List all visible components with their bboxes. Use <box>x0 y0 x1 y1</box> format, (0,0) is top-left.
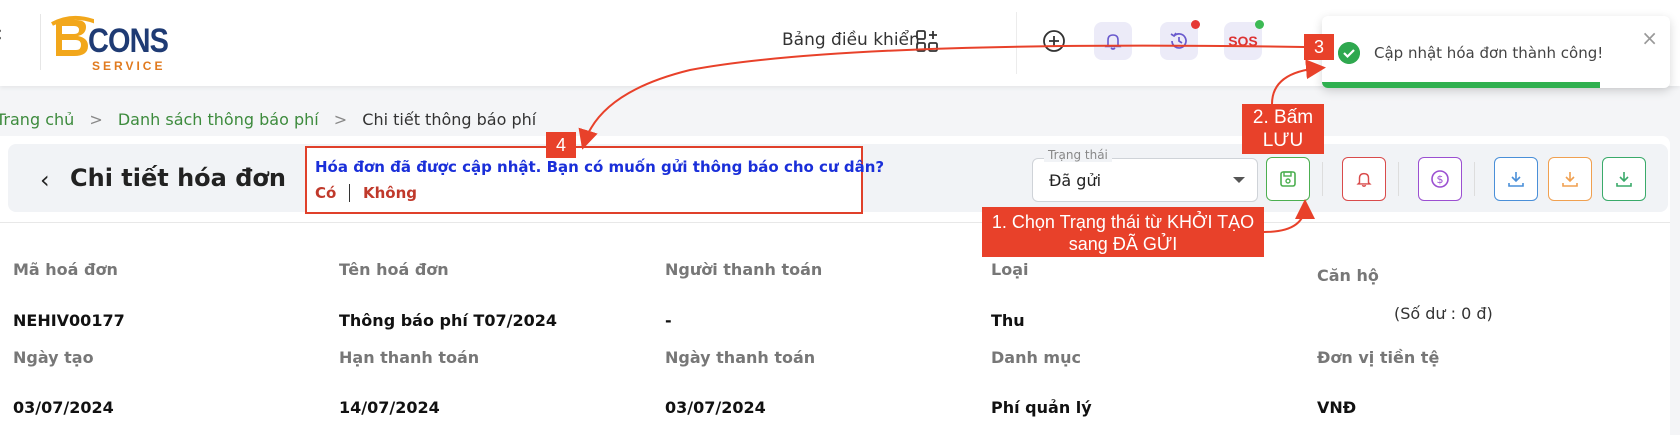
field-value: 03/07/2024 <box>13 398 114 417</box>
prompt-yes-link[interactable]: Có <box>315 184 336 202</box>
sos-button[interactable]: SOS <box>1224 20 1264 60</box>
dashboard-grid-icon[interactable] <box>916 30 938 52</box>
logo-text: CONS <box>88 22 169 60</box>
field-value: NEHIV00177 <box>13 311 125 330</box>
save-button[interactable] <box>1266 157 1310 201</box>
logo[interactable]: CONS SERVICE <box>48 12 178 73</box>
annotation-step-2: 2. Bấm LƯU <box>1242 104 1324 154</box>
divider <box>40 14 41 70</box>
status-dot <box>1255 20 1264 29</box>
bell-icon <box>1356 172 1372 187</box>
download-icon <box>1562 172 1578 187</box>
annotation-step-1: 1. Chọn Trạng thái từ KHỞI TẠO sang ĐÃ G… <box>982 207 1264 257</box>
logo-subtext: SERVICE <box>92 59 166 73</box>
close-icon[interactable]: × <box>1641 26 1658 50</box>
field-value: Thu <box>991 311 1025 330</box>
field-label: Danh mục <box>991 348 1081 367</box>
field-value: Thông báo phí T07/2024 <box>339 311 557 330</box>
annotation-step-3: 3 <box>1304 34 1334 60</box>
send-notification-prompt: Hóa đơn đã được cập nhật. Bạn có muốn gử… <box>305 146 884 214</box>
floppy-icon <box>1280 171 1296 187</box>
sos-label: SOS <box>1228 33 1258 49</box>
back-button[interactable]: ‹ <box>40 166 50 194</box>
dollar-circle-icon: $ <box>1431 170 1449 188</box>
divider <box>349 184 350 202</box>
history-button[interactable] <box>1160 20 1200 60</box>
field-label: Căn hộ <box>1317 266 1379 285</box>
status-value: Đã gửi <box>1049 171 1102 190</box>
caret-down-icon <box>1233 177 1245 183</box>
field-label: Ngày tạo <box>13 348 94 367</box>
prompt-question: Hóa đơn đã được cập nhật. Bạn có muốn gử… <box>315 158 885 176</box>
prompt-no-link[interactable]: Không <box>363 184 417 202</box>
breadcrumb-home[interactable]: Trang chủ <box>0 110 74 129</box>
field-label: Loại <box>991 260 1029 279</box>
bell-icon <box>1104 34 1122 50</box>
breadcrumb-separator: > <box>333 110 348 129</box>
divider <box>1016 12 1017 74</box>
download-icon <box>1508 172 1524 187</box>
field-value: Phí quản lý <box>991 398 1092 417</box>
field-label: Tên hoá đơn <box>339 260 449 279</box>
field-value: - <box>665 311 672 330</box>
breadcrumb-current: Chi tiết thông báo phí <box>362 110 537 129</box>
divider <box>1322 162 1323 196</box>
field-label: Mã hoá đơn <box>13 260 118 279</box>
field-label: Hạn thanh toán <box>339 348 480 367</box>
field-label: Ngày thanh toán <box>665 348 816 367</box>
svg-text:$: $ <box>1437 173 1444 186</box>
download-button-3[interactable] <box>1602 157 1646 201</box>
divider <box>0 222 1670 223</box>
annotation-step-4: 4 <box>546 132 576 158</box>
field-value: 14/07/2024 <box>339 398 440 417</box>
menu-chevron-icon[interactable]: ‹ <box>0 22 3 47</box>
payment-button[interactable]: $ <box>1418 157 1462 201</box>
divider <box>1474 162 1475 196</box>
toast-message: Cập nhật hóa đơn thành công! <box>1374 44 1604 62</box>
notifications-button[interactable] <box>1094 22 1132 60</box>
toast-progress-bar <box>1322 82 1601 88</box>
download-button-2[interactable] <box>1548 157 1592 201</box>
field-value: VNĐ <box>1317 398 1357 417</box>
page-title: Chi tiết hóa đơn <box>70 164 286 192</box>
check-circle-icon <box>1338 42 1360 64</box>
status-select[interactable]: Đã gửi <box>1032 158 1258 202</box>
divider <box>1398 162 1399 196</box>
balance-text: (Số dư : 0 đ) <box>1394 304 1493 323</box>
field-label: Người thanh toán <box>665 260 823 279</box>
send-notification-button[interactable] <box>1342 157 1386 201</box>
breadcrumb-separator: > <box>89 110 103 129</box>
download-icon <box>1616 172 1632 187</box>
breadcrumb-list[interactable]: Danh sách thông báo phí <box>118 110 319 129</box>
download-button-1[interactable] <box>1494 157 1538 201</box>
dashboard-link[interactable]: Bảng điều khiển <box>782 30 920 50</box>
field-label: Đơn vị tiền tệ <box>1317 348 1440 367</box>
status-label: Trạng thái <box>1044 148 1112 162</box>
breadcrumb: Trang chủ > Danh sách thông báo phí > Ch… <box>0 110 536 129</box>
plus-circle-icon <box>1043 30 1065 52</box>
field-value: 03/07/2024 <box>665 398 766 417</box>
notification-dot <box>1191 20 1200 29</box>
history-icon <box>1170 32 1187 49</box>
add-button[interactable] <box>1035 22 1073 60</box>
success-toast: Cập nhật hóa đơn thành công! × <box>1322 16 1670 88</box>
